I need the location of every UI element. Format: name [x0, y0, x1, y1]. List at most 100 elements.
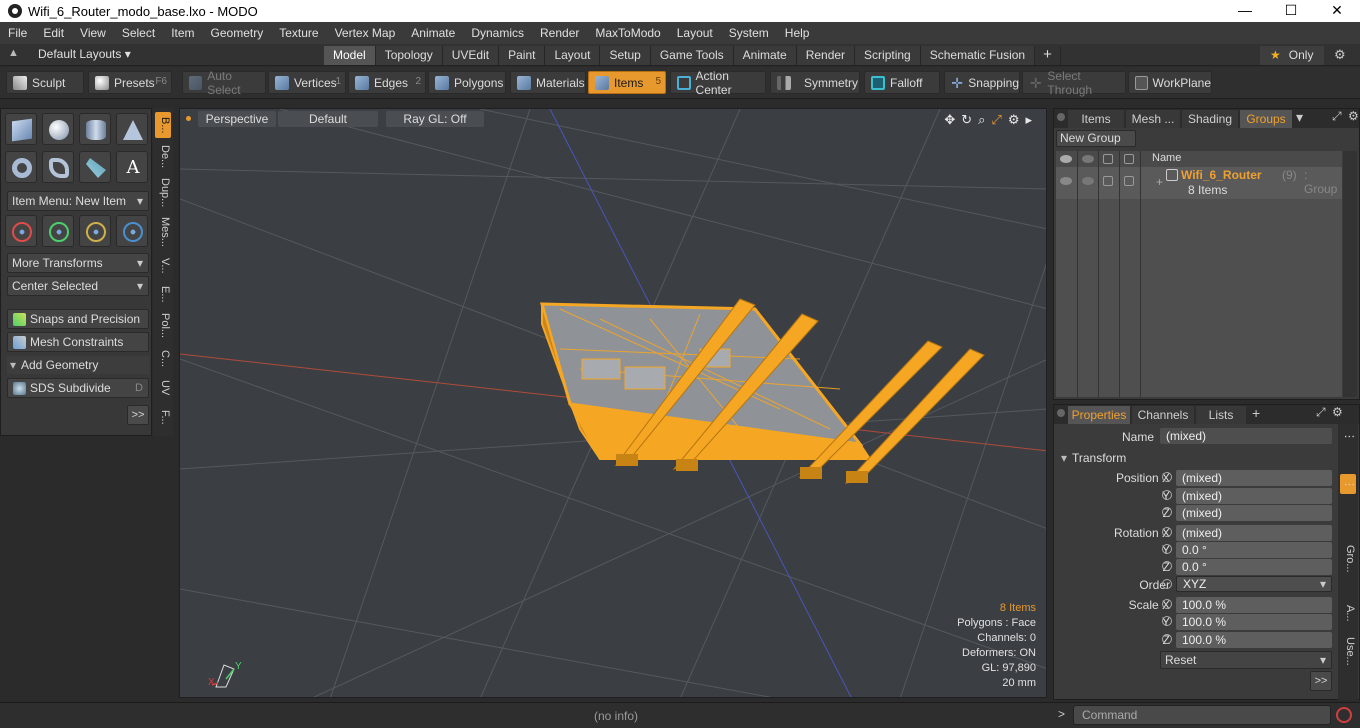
panel-menu-dot[interactable] [1057, 409, 1065, 417]
auto-select-button[interactable]: Auto Select [182, 69, 266, 97]
vtab-edge[interactable]: E... [155, 282, 171, 306]
tab-uvedit[interactable]: UVEdit [442, 46, 500, 65]
snaps-precision-button[interactable]: Snaps and Precision [7, 309, 149, 329]
menu-select[interactable]: Select [114, 26, 163, 40]
vtab-basic[interactable]: B... [155, 112, 171, 138]
snapping-button[interactable]: ✛ Snapping [944, 71, 1020, 94]
panel-maximize-icon[interactable]: ⤢ [1332, 109, 1342, 124]
cone-tool-button[interactable] [116, 113, 148, 145]
minimize-button[interactable]: — [1222, 0, 1268, 22]
tab-mesh[interactable]: Mesh ... [1126, 110, 1180, 128]
menu-layout[interactable]: Layout [669, 26, 721, 40]
order-dropdown[interactable]: XYZ [1176, 576, 1332, 592]
order-key-icon[interactable] [1162, 579, 1172, 589]
falloff-button[interactable]: Falloff [864, 71, 940, 94]
edges-button[interactable]: Edges 2 [348, 71, 426, 94]
materials-button[interactable]: Materials [510, 71, 586, 94]
menu-view[interactable]: View [72, 26, 114, 40]
panel-settings-icon[interactable]: ⚙ [1348, 109, 1359, 123]
vtab-deform[interactable]: De... [155, 142, 171, 172]
tab-items[interactable]: Items [1068, 110, 1124, 128]
position-z-field[interactable]: (mixed) [1176, 505, 1332, 521]
scale-y-field[interactable]: 100.0 % [1176, 614, 1332, 630]
viewport-settings-icon[interactable]: ⚙ [1008, 112, 1020, 128]
vertices-button[interactable]: Vertices 1 [268, 71, 346, 94]
presets-button[interactable]: Presets F6 [88, 71, 172, 94]
viewport-expand-icon[interactable]: ▸ [1025, 112, 1032, 128]
rotation-z-key-icon[interactable] [1162, 561, 1172, 571]
tab-game-tools[interactable]: Game Tools [650, 46, 734, 65]
tab-shading[interactable]: Shading [1182, 110, 1238, 128]
action-center-button[interactable]: Action Center [670, 69, 766, 97]
menu-texture[interactable]: Texture [271, 26, 326, 40]
panel-maximize-icon[interactable]: ⤢ [1316, 405, 1326, 420]
scale-z-field[interactable]: 100.0 % [1176, 632, 1332, 648]
tab-dropdown-icon[interactable]: ▾ [1296, 109, 1303, 126]
tab-lists[interactable]: Lists [1196, 406, 1246, 424]
tab-schematic-fusion[interactable]: Schematic Fusion [920, 46, 1036, 65]
group-select-toggle[interactable] [1124, 176, 1134, 186]
center-selected-dropdown[interactable]: Center Selected [7, 276, 149, 296]
add-tab-button[interactable]: + [1035, 46, 1061, 65]
torus-tool-button[interactable] [5, 151, 37, 183]
tab-topology[interactable]: Topology [375, 46, 443, 65]
layout-home-icon[interactable]: ▲ [8, 47, 22, 61]
symmetry-button[interactable]: Symmetry [770, 71, 860, 94]
3d-viewport[interactable]: Perspective Default Ray GL: Off ✥ ↻ ⌕ ⤢ … [179, 108, 1047, 698]
move-tool-button[interactable] [42, 215, 74, 247]
groups-scrollbar[interactable] [1343, 151, 1357, 397]
tab-scripting[interactable]: Scripting [855, 46, 921, 65]
rotation-x-field[interactable]: (mixed) [1176, 525, 1332, 541]
router-model[interactable] [540, 298, 985, 484]
tab-properties[interactable]: Properties [1068, 406, 1130, 424]
menu-system[interactable]: System [721, 26, 777, 40]
pan-icon[interactable]: ✥ [944, 112, 955, 128]
sds-subdivide-button[interactable]: SDS Subdivide D [7, 378, 149, 398]
scale-tool-button[interactable] [116, 215, 148, 247]
vtab-group[interactable]: Gro... [1340, 542, 1356, 576]
transform-tool-button[interactable] [5, 215, 37, 247]
maximize-button[interactable]: ☐ [1268, 0, 1314, 22]
scale-x-key-icon[interactable] [1162, 599, 1172, 609]
pen-tool-button[interactable] [79, 151, 111, 183]
tab-layout[interactable]: Layout [545, 46, 601, 65]
menu-file[interactable]: File [0, 26, 35, 40]
rotation-y-key-icon[interactable] [1162, 544, 1172, 554]
item-menu-dropdown[interactable]: Item Menu: New Item [7, 191, 149, 211]
more-properties-button[interactable]: >> [1310, 671, 1332, 691]
tab-animate[interactable]: Animate [733, 46, 797, 65]
vtab-uv[interactable]: UV [155, 376, 171, 400]
add-geometry-section[interactable]: Add Geometry [7, 356, 149, 374]
group-name[interactable]: Wifi_6_Router [1181, 168, 1262, 182]
scale-x-field[interactable]: 100.0 % [1176, 597, 1332, 613]
tab-paint[interactable]: Paint [499, 46, 546, 65]
scale-y-key-icon[interactable] [1162, 616, 1172, 626]
tab-model[interactable]: Model [324, 46, 376, 65]
command-history-arrow[interactable]: > [1058, 707, 1065, 721]
vtab-more-icon[interactable]: ⋮ [1340, 428, 1356, 444]
menu-render[interactable]: Render [532, 26, 587, 40]
gear-icon[interactable]: ⚙ [1334, 47, 1346, 63]
tube-tool-button[interactable] [42, 151, 74, 183]
position-y-key-icon[interactable] [1162, 490, 1172, 500]
sculpt-button[interactable]: Sculpt [6, 71, 84, 94]
scale-z-key-icon[interactable] [1162, 634, 1172, 644]
perspective-dropdown[interactable]: Perspective [198, 111, 276, 127]
panel-settings-icon[interactable]: ⚙ [1332, 405, 1343, 419]
default-layouts-dropdown[interactable]: Default Layouts ▾ [38, 47, 131, 61]
menu-maxtomodo[interactable]: MaxToModo [587, 26, 668, 40]
transform-section[interactable]: Transform [1058, 449, 1334, 467]
panel-menu-dot[interactable] [1057, 113, 1065, 121]
position-z-key-icon[interactable] [1162, 507, 1172, 517]
menu-item[interactable]: Item [163, 26, 202, 40]
group-render-toggle[interactable] [1082, 177, 1094, 185]
select-through-button[interactable]: ✛ Select Through [1022, 69, 1126, 97]
tab-groups[interactable]: Groups [1240, 110, 1292, 128]
menu-animate[interactable]: Animate [403, 26, 463, 40]
vtab-fusion[interactable]: F... [155, 404, 171, 430]
add-tab-button[interactable]: + [1252, 405, 1260, 421]
polygons-button[interactable]: Polygons [428, 71, 506, 94]
position-x-key-icon[interactable] [1162, 472, 1172, 482]
group-visibility-toggle[interactable] [1060, 177, 1072, 185]
more-tools-button[interactable]: >> [127, 405, 149, 425]
